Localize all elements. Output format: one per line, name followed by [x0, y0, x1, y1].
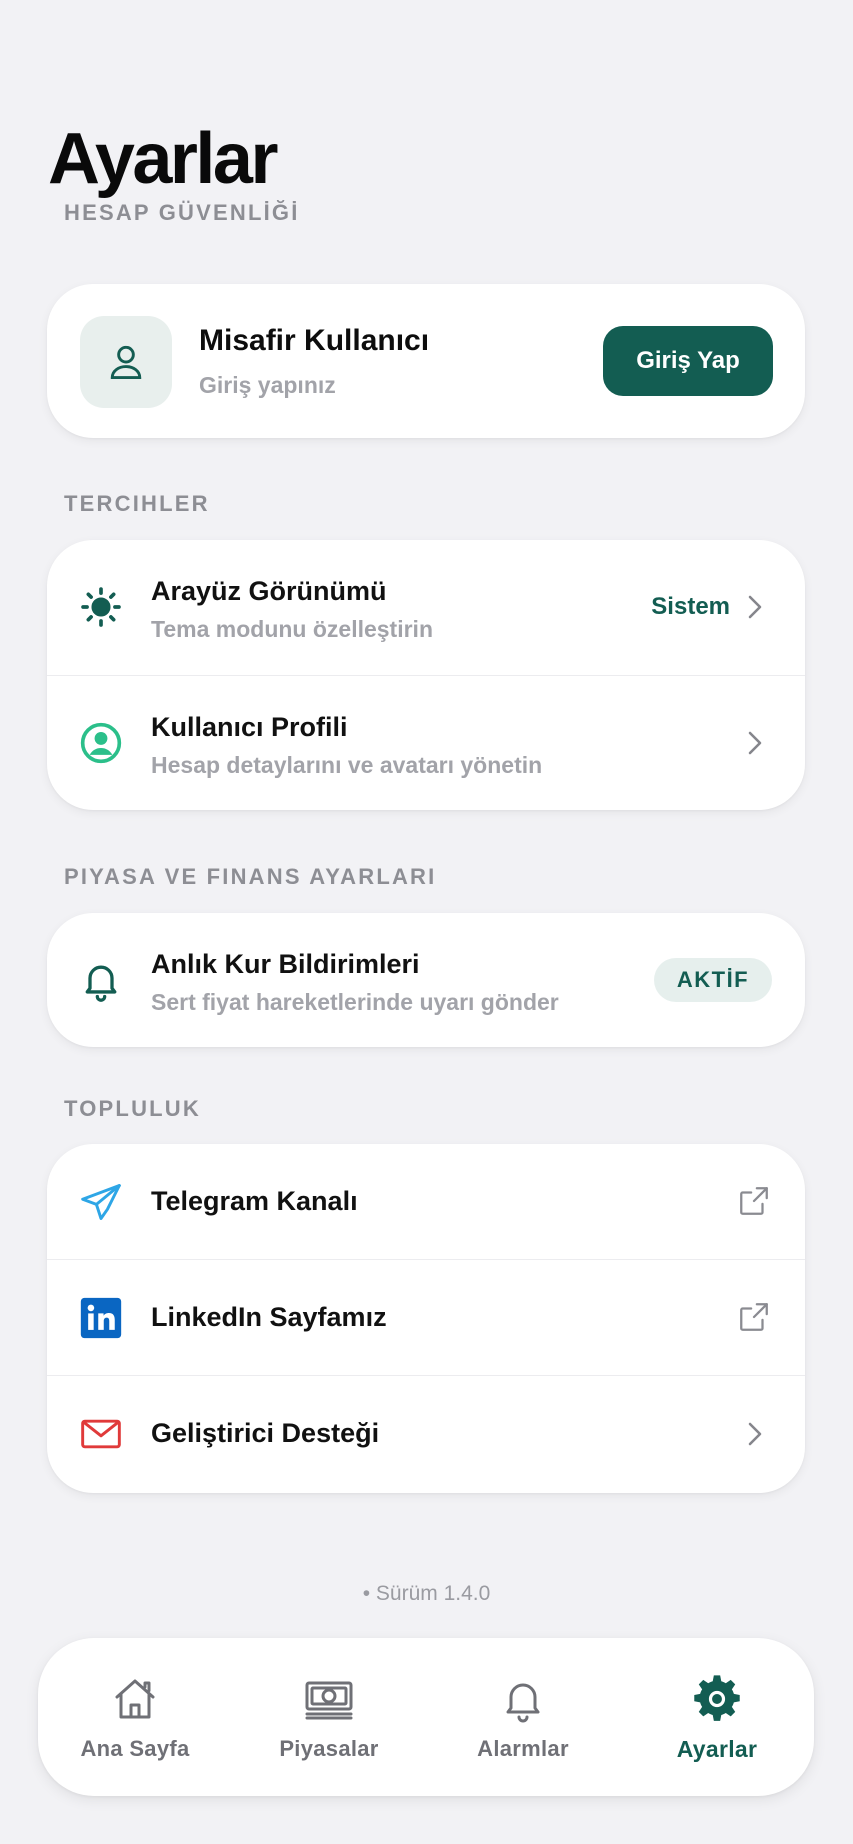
tab-alarms[interactable]: Alarmlar: [426, 1638, 620, 1796]
home-icon: [107, 1674, 163, 1724]
mail-icon: [79, 1412, 123, 1456]
community-row-linkedin[interactable]: LinkedIn Sayfamız: [47, 1259, 805, 1375]
bell-icon: [79, 958, 123, 1002]
preference-row-profile[interactable]: Kullanıcı Profili Hesap detaylarını ve a…: [47, 675, 805, 810]
notification-subtitle: Sert fiyat hareketlerinde uyarı gönder: [151, 989, 559, 1015]
preferences-card: Arayüz Görünümü Tema modunu özelleştirin…: [47, 540, 805, 810]
tab-label: Ana Sayfa: [80, 1736, 190, 1761]
version-text: • Sürüm 1.4.0: [362, 1582, 491, 1605]
external-link-icon: [740, 1187, 768, 1215]
chevron-right-icon: [748, 595, 762, 619]
sun-icon: [79, 585, 123, 629]
preference-title: Kullanıcı Profili: [151, 712, 348, 742]
bell-icon: [495, 1674, 551, 1724]
page-title: Ayarlar: [48, 119, 279, 199]
tab-settings[interactable]: Ayarlar: [620, 1638, 814, 1796]
notification-row[interactable]: Anlık Kur Bildirimleri Sert fiyat hareke…: [47, 913, 805, 1047]
community-title: LinkedIn Sayfamız: [151, 1302, 387, 1332]
tab-home[interactable]: Ana Sayfa: [38, 1638, 232, 1796]
account-card: Misafir Kullanıcı Giriş yapınız Giriş Ya…: [47, 284, 805, 438]
preference-row-appearance[interactable]: Arayüz Görünümü Tema modunu özelleştirin…: [47, 540, 805, 675]
community-title: Geliştirici Desteği: [151, 1418, 380, 1448]
account-name: Misafir Kullanıcı: [199, 324, 430, 357]
chevron-right-icon: [748, 1422, 762, 1446]
community-card: Telegram Kanalı LinkedIn Sayfamız Gelişt…: [47, 1144, 805, 1493]
section-label-preferences: TERCIHLER: [64, 491, 210, 516]
community-title: Telegram Kanalı: [151, 1186, 358, 1216]
user-circle-icon: [79, 721, 123, 765]
gear-icon: [689, 1674, 745, 1724]
community-row-support[interactable]: Geliştirici Desteği: [47, 1375, 805, 1492]
preference-subtitle: Hesap detaylarını ve avatarı yönetin: [151, 752, 543, 778]
section-label-community: TOPLULUK: [64, 1096, 201, 1121]
banknote-icon: [301, 1674, 357, 1724]
section-label-market: PIYASA VE FINANS AYARLARI: [64, 864, 437, 889]
status-badge[interactable]: AKTİF: [654, 958, 772, 1002]
account-subtitle: Giriş yapınız: [199, 372, 336, 398]
external-link-icon: [740, 1303, 768, 1331]
login-button[interactable]: Giriş Yap: [603, 326, 773, 396]
tab-bar: Ana Sayfa Piyasalar Alarmlar Ayarlar: [38, 1638, 814, 1796]
market-card: Anlık Kur Bildirimleri Sert fiyat hareke…: [47, 913, 805, 1047]
linkedin-icon: [79, 1296, 123, 1340]
notification-title: Anlık Kur Bildirimleri: [151, 949, 420, 979]
tab-label: Ayarlar: [676, 1736, 758, 1762]
chevron-right-icon: [748, 731, 762, 755]
tab-label: Piyasalar: [279, 1736, 379, 1761]
tab-label: Alarmlar: [477, 1736, 569, 1761]
community-row-telegram[interactable]: Telegram Kanalı: [47, 1144, 805, 1259]
preference-title: Arayüz Görünümü: [151, 576, 387, 606]
section-label-security: HESAP GÜVENLİĞİ: [64, 200, 300, 225]
telegram-icon: [79, 1180, 123, 1224]
theme-value: Sistem: [651, 593, 730, 620]
preference-subtitle: Tema modunu özelleştirin: [151, 616, 433, 642]
user-icon: [80, 316, 172, 408]
tab-markets[interactable]: Piyasalar: [232, 1638, 426, 1796]
